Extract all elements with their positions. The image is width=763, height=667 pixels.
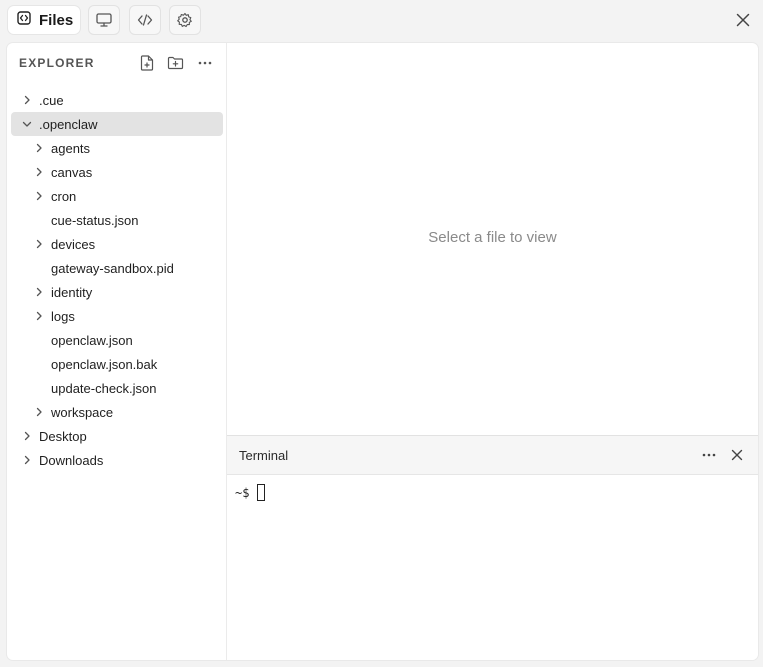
tree-file-row[interactable]: openclaw.json.bak bbox=[11, 352, 223, 376]
desktop-tab-button[interactable] bbox=[88, 5, 120, 35]
chevron-right-icon[interactable] bbox=[32, 141, 46, 155]
new-file-button[interactable] bbox=[137, 53, 157, 73]
chevron-down-icon[interactable] bbox=[20, 117, 34, 131]
settings-tab-button[interactable] bbox=[169, 5, 201, 35]
tree-folder-row[interactable]: identity bbox=[11, 280, 223, 304]
top-bar: Files bbox=[0, 0, 763, 42]
chevron-right-icon[interactable] bbox=[32, 189, 46, 203]
tree-item-label: gateway-sandbox.pid bbox=[51, 260, 174, 276]
chevron-right-icon[interactable] bbox=[32, 285, 46, 299]
tree-item-label: .cue bbox=[39, 92, 64, 108]
files-tab-label: Files bbox=[39, 11, 74, 29]
terminal-more-button[interactable] bbox=[700, 446, 718, 464]
tree-item-label: canvas bbox=[51, 164, 93, 180]
chevron-right-icon[interactable] bbox=[32, 237, 46, 251]
tree-item-label: Downloads bbox=[39, 452, 104, 468]
terminal-prompt: ~$ bbox=[235, 485, 250, 500]
terminal-panel[interactable]: Terminal ~$ bbox=[227, 435, 758, 660]
tree-item-label: openclaw.json.bak bbox=[51, 356, 158, 372]
tree-folder-row[interactable]: Desktop bbox=[11, 424, 223, 448]
tree-item-label: agents bbox=[51, 140, 91, 156]
tree-folder-row[interactable]: .cue bbox=[11, 88, 223, 112]
chevron-right-icon[interactable] bbox=[32, 165, 46, 179]
terminal-close-button[interactable] bbox=[728, 446, 746, 464]
tree-item-label: cron bbox=[51, 188, 77, 204]
tree-folder-row[interactable]: Downloads bbox=[11, 448, 223, 472]
tree-item-label: devices bbox=[51, 236, 96, 252]
empty-viewer-message: Select a file to view bbox=[428, 229, 557, 246]
tree-item-label: .openclaw bbox=[39, 116, 98, 132]
tree-folder-row[interactable]: .openclaw bbox=[11, 112, 223, 136]
terminal-title: Terminal bbox=[239, 448, 289, 463]
tree-folder-row[interactable]: workspace bbox=[11, 400, 223, 424]
tree-folder-row[interactable]: logs bbox=[11, 304, 223, 328]
terminal-cursor bbox=[257, 484, 266, 501]
tree-item-label: workspace bbox=[51, 404, 114, 420]
terminal-output[interactable]: ~$ bbox=[235, 484, 266, 501]
chevron-right-icon[interactable] bbox=[32, 405, 46, 419]
chevron-right-icon[interactable] bbox=[20, 453, 34, 467]
tree-item-label: logs bbox=[51, 308, 75, 324]
tree-file-row[interactable]: cue-status.json bbox=[11, 208, 223, 232]
tree-folder-row[interactable]: cron bbox=[11, 184, 223, 208]
monitor-icon bbox=[96, 13, 112, 27]
code-tab-button[interactable] bbox=[129, 5, 161, 35]
more-icon bbox=[198, 61, 212, 65]
new-file-icon bbox=[140, 55, 154, 71]
close-panel-button[interactable] bbox=[733, 10, 753, 30]
gear-icon bbox=[177, 12, 192, 28]
close-icon bbox=[731, 449, 743, 461]
tree-folder-row[interactable]: agents bbox=[11, 136, 223, 160]
chevron-right-icon[interactable] bbox=[20, 429, 34, 443]
tree-item-label: update-check.json bbox=[51, 380, 157, 396]
tree-item-label: identity bbox=[51, 284, 93, 300]
new-folder-icon bbox=[167, 56, 183, 70]
tree-item-label: cue-status.json bbox=[51, 212, 139, 228]
close-icon bbox=[736, 13, 750, 27]
files-tab[interactable]: Files bbox=[8, 6, 80, 34]
tree-file-row[interactable]: update-check.json bbox=[11, 376, 223, 400]
new-folder-button[interactable] bbox=[165, 53, 185, 73]
explorer-header: EXPLORER bbox=[7, 43, 227, 81]
explorer-more-button[interactable] bbox=[195, 53, 215, 73]
chevron-right-icon[interactable] bbox=[32, 309, 46, 323]
tree-file-row[interactable]: openclaw.json bbox=[11, 328, 223, 352]
chevron-right-icon[interactable] bbox=[20, 93, 34, 107]
explorer-sidebar: EXPLORER .cue .openclaw agents canvas cron c bbox=[7, 43, 227, 660]
file-viewer: Select a file to view bbox=[227, 43, 758, 435]
files-panel: EXPLORER .cue .openclaw agents canvas cron c bbox=[7, 43, 758, 660]
tree-folder-row[interactable]: canvas bbox=[11, 160, 223, 184]
more-icon bbox=[702, 453, 716, 457]
tree-item-label: Desktop bbox=[39, 428, 87, 444]
explorer-title: EXPLORER bbox=[19, 56, 95, 70]
tree-file-row[interactable]: gateway-sandbox.pid bbox=[11, 256, 223, 280]
terminal-header: Terminal bbox=[227, 436, 758, 475]
tree-item-label: openclaw.json bbox=[51, 332, 133, 348]
file-tree: .cue .openclaw agents canvas cron cue-status.… bbox=[7, 88, 227, 472]
tree-folder-row[interactable]: devices bbox=[11, 232, 223, 256]
code-icon bbox=[137, 14, 153, 26]
files-icon bbox=[17, 11, 31, 29]
